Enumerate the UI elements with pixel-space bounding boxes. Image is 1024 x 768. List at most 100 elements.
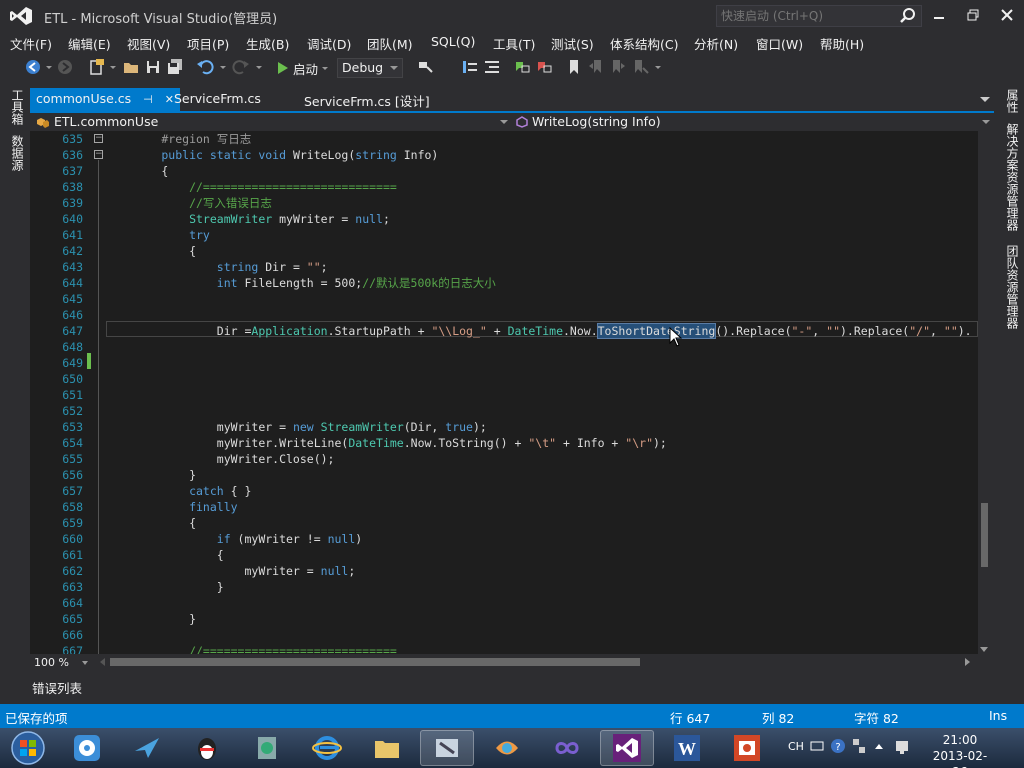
quick-launch[interactable] [716,5,922,27]
vertical-scroll-thumb[interactable] [981,503,988,567]
system-clock[interactable]: 21:00 2013-02-26 [930,732,990,768]
menu-debug[interactable]: 调试(D) [307,34,351,53]
tab-servicefrm-design[interactable]: ServiceFrm.cs [设计] [298,88,436,111]
code-line[interactable]: myWriter = new StreamWriter(Dir, true); [106,419,487,435]
next-bookmark-button[interactable] [609,58,627,76]
menu-edit[interactable]: 编辑(E) [68,34,111,53]
minimize-button[interactable] [926,4,952,26]
show-hidden-icons-icon[interactable] [874,742,884,750]
find-in-files-button[interactable] [417,58,435,76]
code-line[interactable]: { [106,515,196,531]
toolbox-tab[interactable]: 工具箱 [9,89,26,125]
close-window-button[interactable] [994,4,1020,26]
taskbar-visual-studio[interactable] [600,730,654,766]
collapse-method-icon[interactable]: − [94,150,103,159]
code-line[interactable]: catch { } [106,483,251,499]
menu-analyze[interactable]: 分析(N) [694,34,738,53]
back-button[interactable] [24,58,42,76]
type-dropdown[interactable]: ETL.commonUse [32,113,510,131]
menu-tools[interactable]: 工具(T) [493,34,535,53]
code-line[interactable]: string Dir = ""; [106,259,328,275]
horizontal-scrollbar[interactable] [98,655,972,669]
previous-bookmark-button[interactable] [587,58,605,76]
taskbar-network-app[interactable] [240,730,294,766]
code-line[interactable]: myWriter.WriteLine(DateTime.Now.ToString… [106,435,667,451]
bookmark-button[interactable] [565,58,583,76]
taskbar-tools-app[interactable] [420,730,474,766]
tabs-dropdown-icon[interactable] [980,97,990,102]
error-list-tab[interactable]: 错误列表 [32,678,82,697]
menu-window[interactable]: 窗口(W) [756,34,803,53]
code-line[interactable]: //============================ [106,179,397,195]
menu-test[interactable]: 测试(S) [551,34,594,53]
undo-button[interactable] [196,58,214,76]
taskbar-qq[interactable] [180,730,234,766]
taskbar-file-explorer[interactable] [360,730,414,766]
start-button[interactable] [0,730,56,766]
code-line[interactable]: //写入错误日志 [106,195,272,211]
save-all-button[interactable] [166,58,184,76]
save-button[interactable] [144,58,162,76]
code-line[interactable]: #region 写日志 [106,131,251,147]
menu-build[interactable]: 生成(B) [246,34,289,53]
code-line[interactable]: try [106,227,210,243]
code-line[interactable]: { [106,163,168,179]
solution-configuration-dropdown[interactable]: Debug [337,58,403,78]
code-area[interactable]: #region 写日志 public static void WriteLog(… [106,131,978,654]
code-line[interactable]: { [106,547,224,563]
back-dropdown-icon[interactable] [46,66,52,69]
clear-bookmarks-button[interactable] [631,58,649,76]
code-line[interactable]: StreamWriter myWriter = null; [106,211,390,227]
taskbar-internet-explorer[interactable] [300,730,354,766]
zoom-dropdown[interactable]: 100 % [30,655,92,671]
uncomment-lines-button[interactable] [535,58,553,76]
code-line[interactable]: { [106,243,196,259]
network-tray-icon[interactable] [894,737,912,755]
quick-launch-input[interactable] [721,8,891,24]
comment-lines-button[interactable] [513,58,531,76]
code-line[interactable]: } [106,579,224,595]
start-debugging-button[interactable]: 启动 [277,58,329,78]
collapse-region-icon[interactable]: − [94,134,103,143]
start-dropdown-icon[interactable] [322,66,329,70]
menu-architecture[interactable]: 体系结构(C) [610,34,678,53]
taskbar-colorful-app[interactable] [480,730,534,766]
restore-button[interactable] [960,4,986,26]
redo-dropdown-icon[interactable] [256,66,262,69]
data-sources-tab[interactable]: 数据源 [9,135,26,171]
code-line[interactable]: myWriter.Close(); [106,451,335,467]
solution-explorer-tab[interactable]: 解决方案资源管理器 [1004,123,1021,231]
tab-servicefrm-cs[interactable]: ServiceFrm.cs [168,88,267,111]
scroll-right-icon[interactable] [965,658,970,666]
menu-project[interactable]: 项目(P) [187,34,229,53]
code-line[interactable]: finally [106,499,237,515]
taskbar-media-player[interactable] [60,730,114,766]
code-line[interactable]: } [106,611,196,627]
keyboard-icon[interactable] [810,739,824,753]
input-language[interactable]: CH [788,740,804,753]
ime-settings-icon[interactable] [852,738,866,754]
new-project-button[interactable] [88,58,106,76]
taskbar-word[interactable]: W [660,730,714,766]
taskbar-infinity-app[interactable] [540,730,594,766]
code-line[interactable]: if (myWriter != null) [106,531,362,547]
menu-file[interactable]: 文件(F) [10,34,52,53]
tab-commonuse-cs[interactable]: commonUse.cs ⊣ ✕ [30,88,180,111]
help-icon[interactable]: ? [830,738,846,754]
indent-button[interactable] [483,58,501,76]
open-file-button[interactable] [122,58,140,76]
menu-help[interactable]: 帮助(H) [820,34,864,53]
code-line[interactable]: } [106,467,196,483]
code-line[interactable]: int FileLength = 500;//默认是500k的日志大小 [106,275,496,291]
pin-icon[interactable]: ⊣ [143,93,153,106]
code-line[interactable]: myWriter = null; [106,563,355,579]
taskbar-bird-app[interactable] [120,730,174,766]
taskbar-powerpoint[interactable] [720,730,774,766]
code-line[interactable]: public static void WriteLog(string Info) [106,147,438,163]
code-line[interactable]: Dir =Application.StartupPath + "\\Log_" … [106,323,972,339]
member-dropdown[interactable]: WriteLog(string Info) [512,113,992,131]
vertical-scrollbar[interactable] [978,131,990,654]
code-editor[interactable]: 635 636 637 638 639 640 641 642 643 644 645 646 647 6… [30,131,978,654]
menu-team[interactable]: 团队(M) [367,34,413,53]
new-project-dropdown-icon[interactable] [110,66,116,69]
